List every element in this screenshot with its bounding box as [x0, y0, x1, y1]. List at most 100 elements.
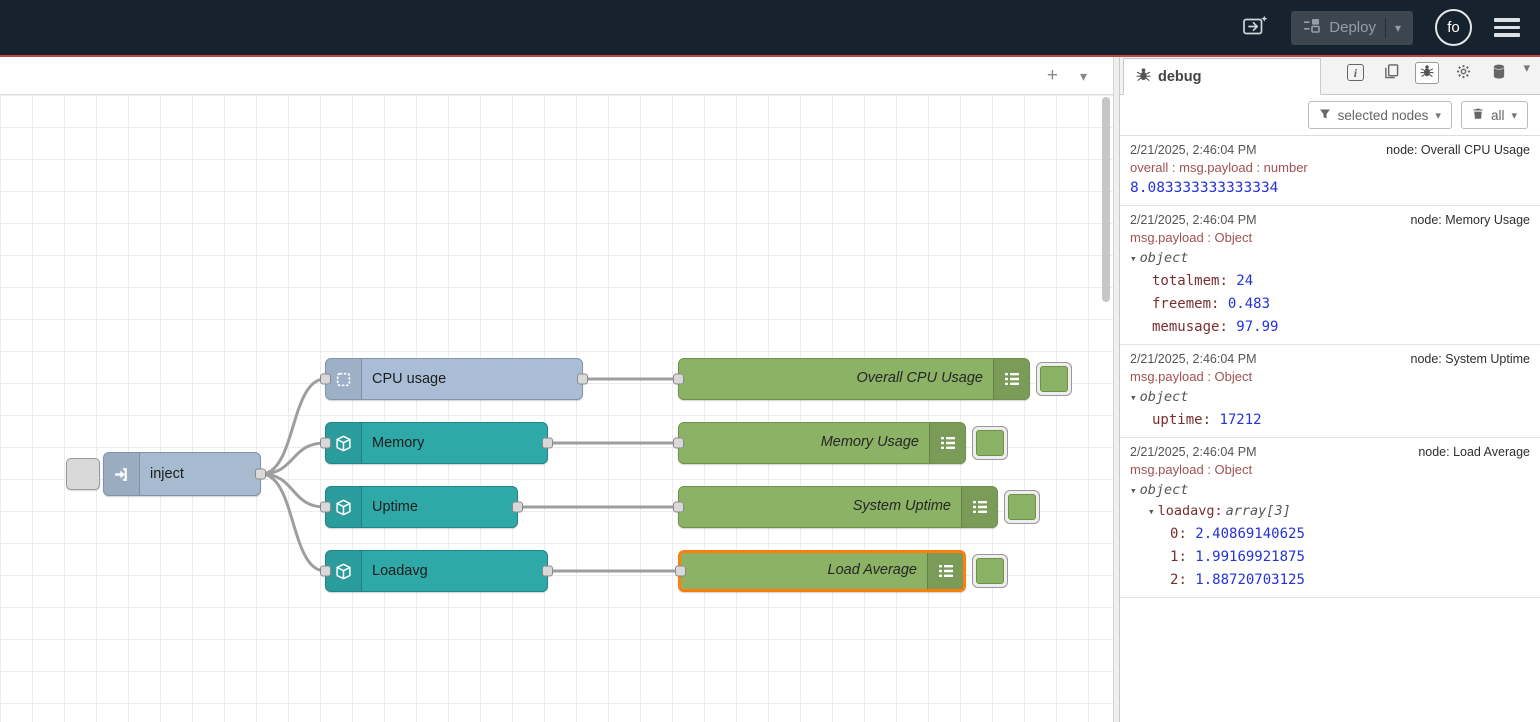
debug-message[interactable]: 2/21/2025, 2:46:04 PM node: Memory Usage… [1120, 206, 1540, 345]
canvas-vertical-scrollbar[interactable] [1102, 97, 1110, 722]
workspace-tab-bar: + ▾ [0, 57, 1113, 95]
input-port[interactable] [320, 374, 331, 385]
sidebar-icon-row: i [1343, 60, 1540, 94]
flow-list-caret-icon[interactable]: ▾ [1080, 69, 1087, 83]
array-key: loadavg [1158, 503, 1223, 519]
input-port[interactable] [320, 438, 331, 449]
node-cpu-usage[interactable]: CPU usage [325, 358, 583, 400]
database-icon [1492, 64, 1506, 82]
sidebar-menu-caret-icon[interactable]: ▾ [1523, 60, 1530, 85]
node-debug-load-average[interactable]: Load Average [678, 550, 966, 592]
object-type-label: object [1140, 482, 1189, 498]
output-port[interactable] [512, 502, 523, 513]
scrollbar-thumb[interactable] [1102, 97, 1110, 302]
output-port[interactable] [542, 566, 553, 577]
input-port[interactable] [675, 566, 686, 577]
collapse-caret-icon[interactable]: ▾ [1130, 484, 1137, 497]
filter-label: selected nodes [1338, 108, 1429, 123]
debug-enable-toggle[interactable] [1036, 362, 1072, 396]
node-inject[interactable]: inject [103, 452, 261, 496]
output-port[interactable] [542, 438, 553, 449]
server-cube-icon [326, 551, 362, 591]
object-property: uptime17212 [1130, 412, 1530, 428]
sidebar-resizer[interactable] [1113, 57, 1120, 722]
tab-info-button[interactable]: i [1343, 62, 1367, 84]
bug-icon [1420, 64, 1434, 81]
editor-window-icon [1242, 14, 1269, 42]
message-meta: msg.payload : Object [1130, 369, 1530, 384]
debug-sidebar: debug i [1120, 57, 1540, 722]
inject-arrow-icon [104, 453, 140, 495]
node-loadavg[interactable]: Loadavg [325, 550, 548, 592]
message-timestamp: 2/21/2025, 2:46:04 PM [1130, 213, 1256, 227]
sidebar-tab-bar: debug i [1120, 57, 1540, 95]
object-property: freemem0.483 [1130, 296, 1530, 312]
node-label: Memory Usage [689, 423, 919, 463]
node-label: CPU usage [372, 359, 574, 399]
input-port[interactable] [673, 438, 684, 449]
message-node-ref: node: Memory Usage [1410, 213, 1530, 227]
collapse-caret-icon[interactable]: ▾ [1130, 391, 1137, 404]
output-port[interactable] [255, 469, 266, 480]
message-node-ref: node: Load Average [1418, 445, 1530, 459]
input-port[interactable] [320, 566, 331, 577]
array-item: 02.40869140625 [1130, 526, 1530, 542]
add-flow-button[interactable]: + [1047, 66, 1058, 85]
node-uptime[interactable]: Uptime [325, 486, 518, 528]
node-memory[interactable]: Memory [325, 422, 548, 464]
object-property: totalmem24 [1130, 273, 1530, 289]
message-meta: msg.payload : Object [1130, 230, 1530, 245]
message-timestamp: 2/21/2025, 2:46:04 PM [1130, 352, 1256, 366]
deploy-label: Deploy [1329, 19, 1376, 36]
clear-label: all [1491, 108, 1505, 123]
tab-context-button[interactable] [1487, 62, 1511, 84]
tab-debug-label: debug [1158, 69, 1202, 85]
tab-help-button[interactable] [1379, 62, 1403, 84]
debug-clear-button[interactable]: all ▾ [1461, 101, 1528, 129]
deploy-button[interactable]: Deploy ▾ [1291, 11, 1413, 45]
debug-list-icon [929, 423, 965, 463]
tab-debug[interactable]: debug [1123, 58, 1321, 95]
cpu-chip-icon [326, 359, 362, 399]
input-port[interactable] [673, 502, 684, 513]
deploy-separator [1385, 18, 1386, 38]
output-port[interactable] [577, 374, 588, 385]
node-label: Load Average [691, 553, 917, 589]
inject-trigger-button[interactable] [66, 458, 100, 490]
debug-list-icon [927, 553, 963, 589]
debug-message[interactable]: 2/21/2025, 2:46:04 PM node: Overall CPU … [1120, 136, 1540, 206]
flow-canvas[interactable]: inject CPU usage [0, 95, 1113, 722]
debug-enable-toggle[interactable] [972, 426, 1008, 460]
input-port[interactable] [673, 374, 684, 385]
debug-enable-toggle[interactable] [1004, 490, 1040, 524]
node-debug-memory-usage[interactable]: Memory Usage [678, 422, 966, 464]
server-cube-icon [326, 423, 362, 463]
collapse-caret-icon[interactable]: ▾ [1130, 252, 1137, 265]
debug-message-list: 2/21/2025, 2:46:04 PM node: Overall CPU … [1120, 136, 1540, 722]
open-editor-button[interactable] [1242, 14, 1269, 42]
debug-message[interactable]: 2/21/2025, 2:46:04 PM node: System Uptim… [1120, 345, 1540, 438]
debug-message[interactable]: 2/21/2025, 2:46:04 PM node: Load Average… [1120, 438, 1540, 598]
collapse-caret-icon[interactable]: ▾ [1148, 505, 1155, 518]
debug-filter-button[interactable]: selected nodes ▾ [1308, 101, 1452, 129]
tab-config-button[interactable] [1451, 62, 1475, 84]
message-meta: overall : msg.payload : number [1130, 160, 1530, 175]
node-label: inject [150, 453, 252, 495]
bug-icon [1136, 67, 1151, 86]
docs-icon [1384, 63, 1399, 82]
user-avatar[interactable]: fo [1435, 9, 1472, 46]
message-value: 8.083333333333334 [1130, 180, 1530, 196]
caret-down-icon: ▾ [1435, 109, 1441, 122]
debug-enable-toggle[interactable] [972, 554, 1008, 588]
tab-debug-button[interactable] [1415, 62, 1439, 84]
hamburger-menu-button[interactable] [1494, 18, 1520, 37]
array-type-label: array[3] [1226, 503, 1291, 519]
node-debug-system-uptime[interactable]: System Uptime [678, 486, 998, 528]
flow-wires[interactable] [0, 95, 1113, 722]
node-debug-overall-cpu-usage[interactable]: Overall CPU Usage [678, 358, 1030, 400]
deploy-caret-icon[interactable]: ▾ [1395, 21, 1401, 35]
input-port[interactable] [320, 502, 331, 513]
message-node-ref: node: System Uptime [1411, 352, 1531, 366]
message-timestamp: 2/21/2025, 2:46:04 PM [1130, 143, 1256, 157]
trash-icon [1472, 107, 1484, 123]
